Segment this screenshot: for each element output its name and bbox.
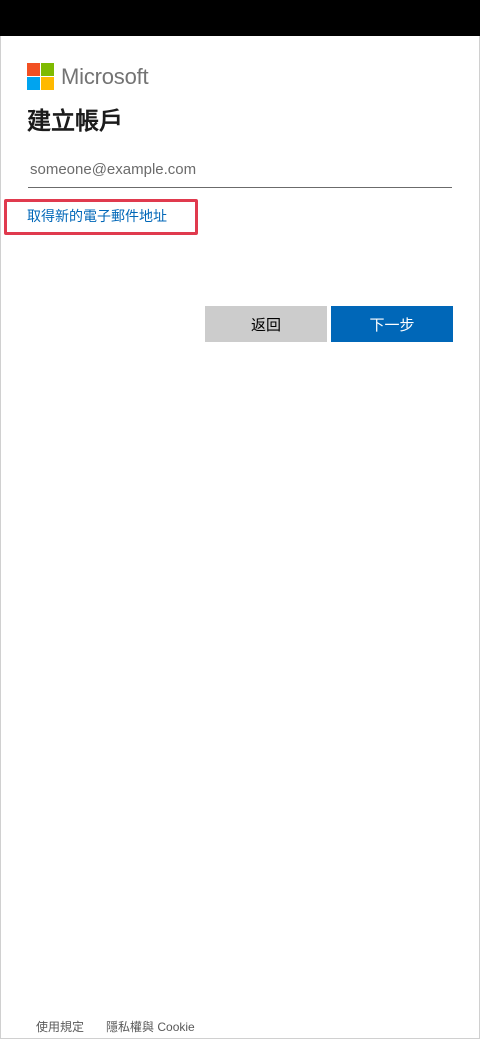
back-button[interactable]: 返回 bbox=[205, 306, 327, 342]
terms-of-use-link[interactable]: 使用規定 bbox=[36, 1019, 84, 1035]
microsoft-logo: Microsoft bbox=[27, 63, 149, 90]
next-button[interactable]: 下一步 bbox=[331, 306, 453, 342]
status-bar bbox=[0, 0, 480, 36]
logo-square-yellow bbox=[41, 77, 54, 90]
microsoft-logo-icon bbox=[27, 63, 54, 90]
brand-name: Microsoft bbox=[61, 64, 149, 89]
logo-square-blue bbox=[27, 77, 40, 90]
logo-square-red bbox=[27, 63, 40, 76]
page-title: 建立帳戶 bbox=[27, 108, 123, 135]
footer: 使用規定 隱私權與 Cookie bbox=[36, 1019, 195, 1035]
logo-square-green bbox=[41, 63, 54, 76]
privacy-cookies-link[interactable]: 隱私權與 Cookie bbox=[106, 1019, 195, 1035]
email-field[interactable] bbox=[28, 152, 452, 188]
get-new-email-link[interactable]: 取得新的電子郵件地址 bbox=[27, 207, 167, 225]
